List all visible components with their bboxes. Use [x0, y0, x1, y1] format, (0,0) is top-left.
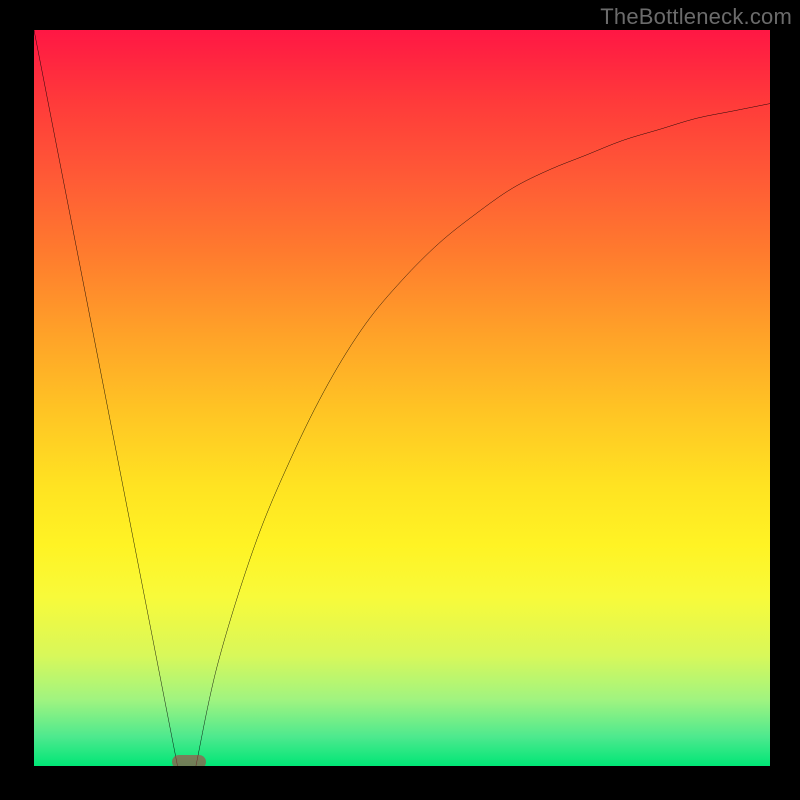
optimum-marker: [172, 755, 206, 766]
chart-container: TheBottleneck.com: [0, 0, 800, 800]
left-slope-line: [34, 30, 178, 766]
plot-area: [34, 30, 770, 766]
right-curve-line: [196, 104, 770, 766]
watermark-text: TheBottleneck.com: [600, 4, 792, 30]
curve-svg: [34, 30, 770, 766]
